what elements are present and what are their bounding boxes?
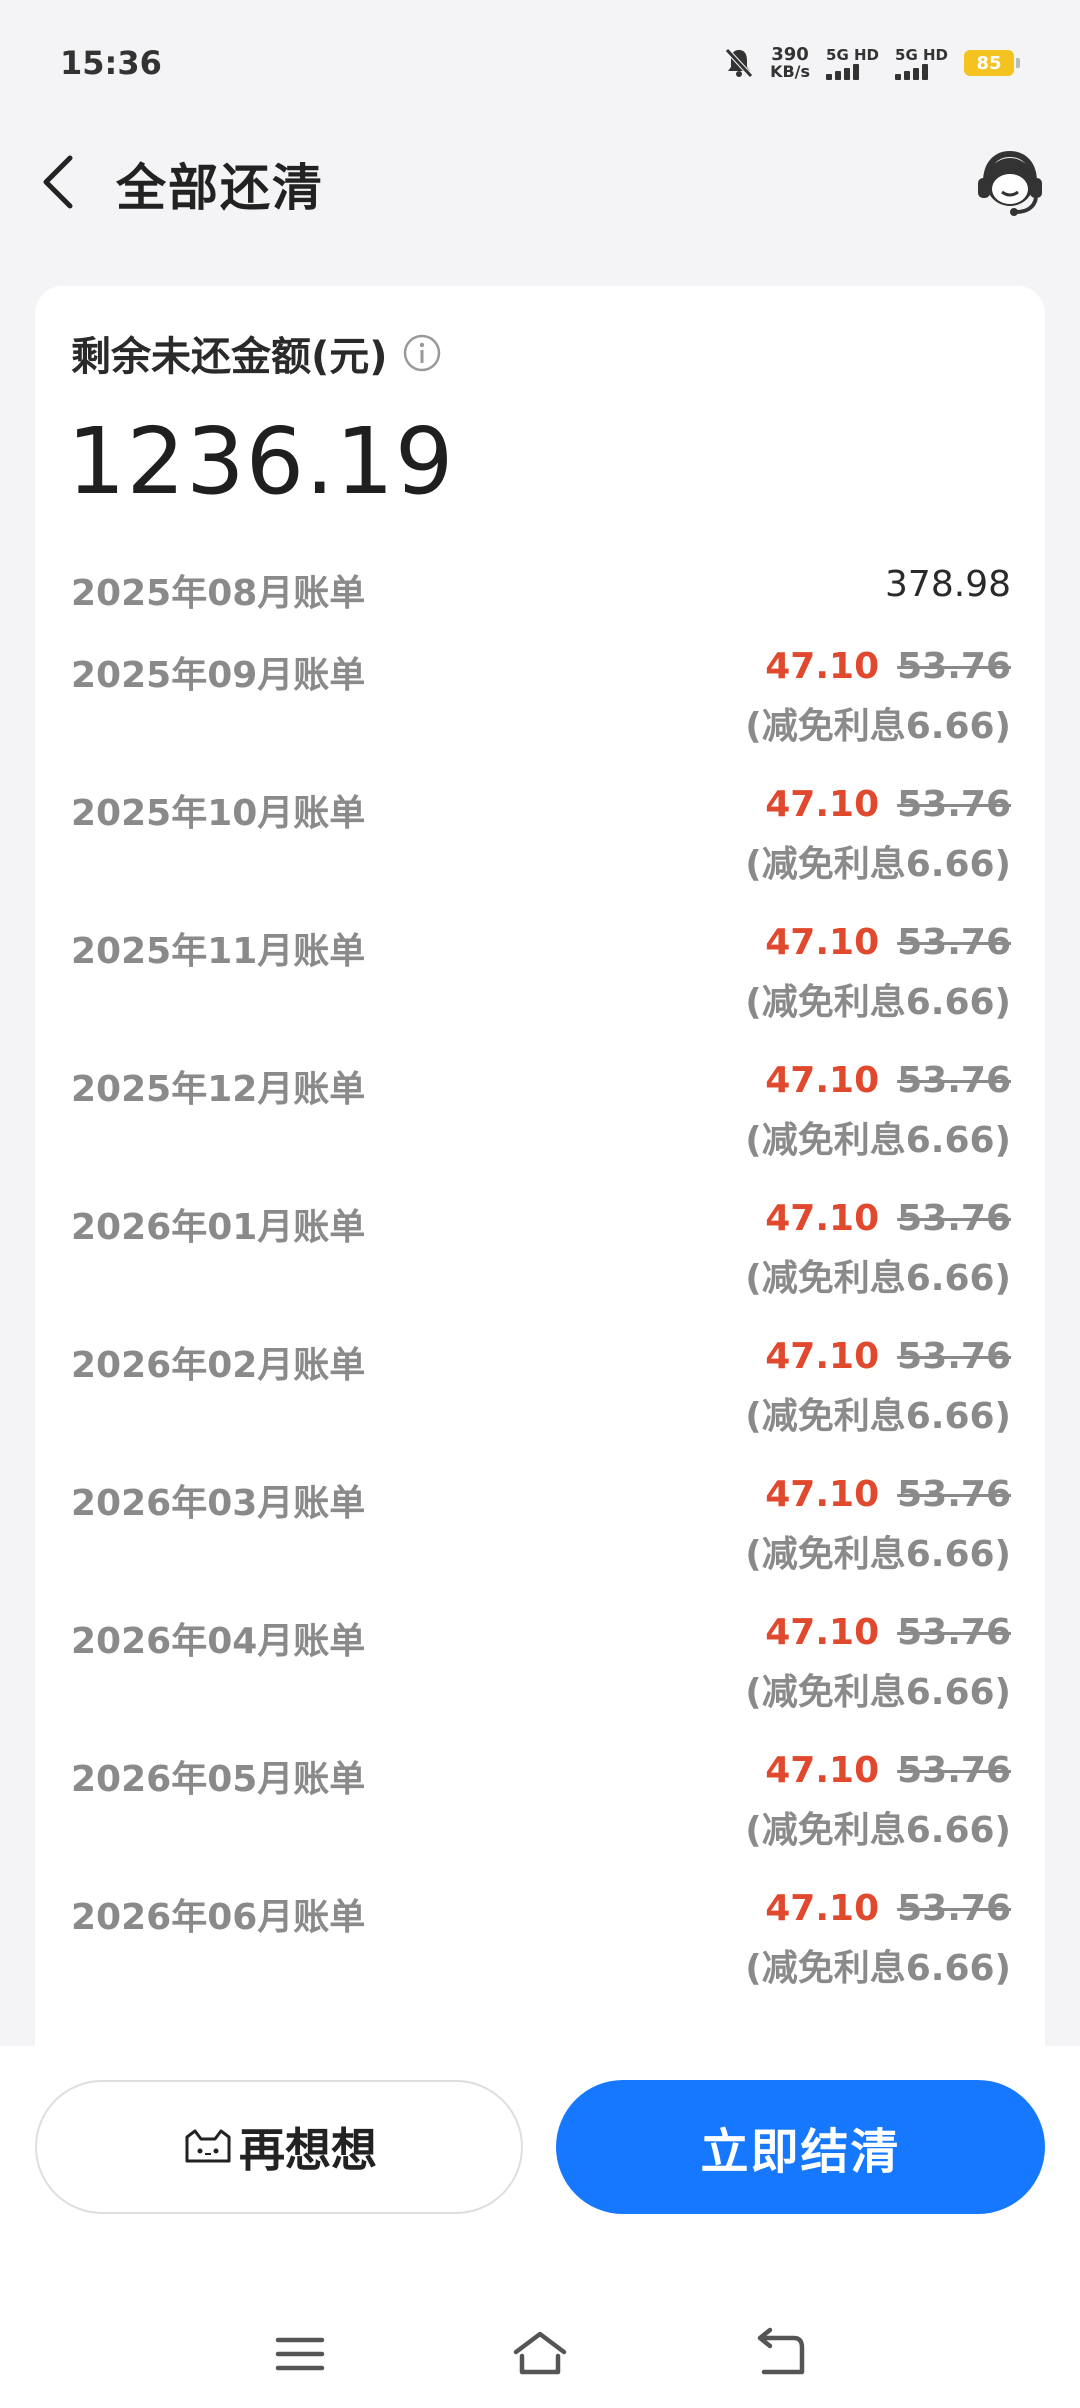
original-amount: 53.76 [897, 1474, 1011, 1515]
bill-row: 2025年08月账单 378.98 [71, 564, 1011, 646]
customer-service-icon[interactable] [972, 144, 1048, 220]
discount-amount: 47.10 [765, 1336, 880, 1377]
cat-face-icon [185, 2129, 231, 2163]
bill-row: 2025年12月账单 47.10 53.76 (减免利息6.66) [71, 1060, 1011, 1198]
payoff-card: 剩余未还金额(元) 1236.19 2025年08月账单 378.98 2025… [35, 286, 1045, 2046]
bill-row: 2026年01月账单 47.10 53.76 (减免利息6.66) [71, 1198, 1011, 1336]
battery-icon: 85 [964, 50, 1020, 76]
discount-amount: 47.10 [765, 1612, 880, 1653]
bill-row: 2026年04月账单 47.10 53.76 (减免利息6.66) [71, 1612, 1011, 1750]
interest-saving: (减免利息6.66) [745, 982, 1011, 1023]
interest-saving: (减免利息6.66) [745, 1672, 1011, 1713]
interest-saving: (减免利息6.66) [745, 1534, 1011, 1575]
original-amount: 53.76 [897, 1336, 1011, 1377]
bill-row: 2025年09月账单 47.10 53.76 (减免利息6.66) [71, 646, 1011, 784]
signal-sim1: 5G HD [826, 46, 879, 80]
signal-sim2: 5G HD [895, 46, 948, 80]
bill-row: 2026年06月账单 47.10 53.76 (减免利息6.66) [71, 1888, 1011, 2026]
reconsider-button[interactable]: 再想想 [35, 2080, 523, 2214]
bill-row: 2026年03月账单 47.10 53.76 (减免利息6.66) [71, 1474, 1011, 1612]
chevron-left-icon[interactable] [36, 152, 86, 212]
original-amount: 53.76 [897, 1198, 1011, 1239]
discount-amount: 47.10 [765, 646, 880, 687]
battery-level: 85 [964, 50, 1014, 76]
original-amount: 53.76 [897, 922, 1011, 963]
bill-amount: 378.98 [885, 564, 1011, 605]
discount-amount: 47.10 [765, 784, 880, 825]
settle-now-label: 立即结清 [700, 2124, 901, 2180]
signal-icon [826, 64, 860, 80]
bill-row: 2025年11月账单 47.10 53.76 (减免利息6.66) [71, 922, 1011, 1060]
original-amount: 53.76 [897, 1612, 1011, 1653]
bill-month: 2026年03月账单 [71, 1483, 366, 1524]
bill-month: 2025年11月账单 [71, 931, 366, 972]
discount-amount: 47.10 [765, 1474, 880, 1515]
header: 全部还清 [0, 126, 1080, 236]
balance-amount: 1236.19 [67, 408, 455, 515]
discount-amount: 47.10 [765, 1750, 880, 1791]
interest-saving: (减免利息6.66) [745, 1810, 1011, 1851]
menu-icon[interactable] [270, 2326, 330, 2382]
signal-icon [895, 64, 929, 80]
discount-amount: 47.10 [765, 1060, 880, 1101]
net-speed: 390 KB/s [770, 44, 811, 81]
bill-list: 2025年08月账单 378.98 2025年09月账单 47.10 53.76 … [71, 564, 1011, 2026]
mute-bell-icon [725, 48, 753, 78]
status-time: 15:36 [60, 44, 162, 82]
original-amount: 53.76 [897, 784, 1011, 825]
bill-month: 2026年01月账单 [71, 1207, 366, 1248]
discount-amount: 47.10 [765, 1888, 880, 1929]
original-amount: 53.76 [897, 1060, 1011, 1101]
bill-month: 2026年06月账单 [71, 1897, 366, 1938]
original-amount: 53.76 [897, 646, 1011, 687]
bill-month: 2025年10月账单 [71, 793, 366, 834]
interest-saving: (减免利息6.66) [745, 1120, 1011, 1161]
bill-month: 2026年04月账单 [71, 1621, 366, 1662]
status-icons: 390 KB/s 5G HD 5G HD 85 [724, 46, 1020, 80]
bill-month: 2026年02月账单 [71, 1345, 366, 1386]
bill-month: 2025年12月账单 [71, 1069, 366, 1110]
bill-month: 2025年09月账单 [71, 655, 366, 696]
balance-label: 剩余未还金额(元) [71, 324, 442, 382]
home-icon[interactable] [510, 2326, 570, 2382]
bill-row: 2025年10月账单 47.10 53.76 (减免利息6.66) [71, 784, 1011, 922]
bill-row: 2026年05月账单 47.10 53.76 (减免利息6.66) [71, 1750, 1011, 1888]
reconsider-label: 再想想 [239, 2123, 377, 2177]
settle-now-button[interactable]: 立即结清 [556, 2080, 1045, 2214]
page-title: 全部还清 [116, 159, 324, 217]
system-nav-bar [0, 2306, 1080, 2396]
bill-month: 2025年08月账单 [71, 573, 366, 614]
original-amount: 53.76 [897, 1750, 1011, 1791]
discount-amount: 47.10 [765, 922, 880, 963]
back-icon[interactable] [750, 2326, 810, 2382]
interest-saving: (减免利息6.66) [745, 844, 1011, 885]
interest-saving: (减免利息6.66) [745, 706, 1011, 747]
interest-saving: (减免利息6.66) [745, 1258, 1011, 1299]
interest-saving: (减免利息6.66) [745, 1396, 1011, 1437]
bill-month: 2026年05月账单 [71, 1759, 366, 1800]
discount-amount: 47.10 [765, 1198, 880, 1239]
info-icon[interactable] [402, 333, 442, 373]
bill-row: 2026年02月账单 47.10 53.76 (减免利息6.66) [71, 1336, 1011, 1474]
status-bar: 15:36 390 KB/s 5G HD 5G HD 85 [0, 0, 1080, 126]
original-amount: 53.76 [897, 1888, 1011, 1929]
bottom-action-bar: 再想想 立即结清 [0, 2046, 1080, 2408]
interest-saving: (减免利息6.66) [745, 1948, 1011, 1989]
